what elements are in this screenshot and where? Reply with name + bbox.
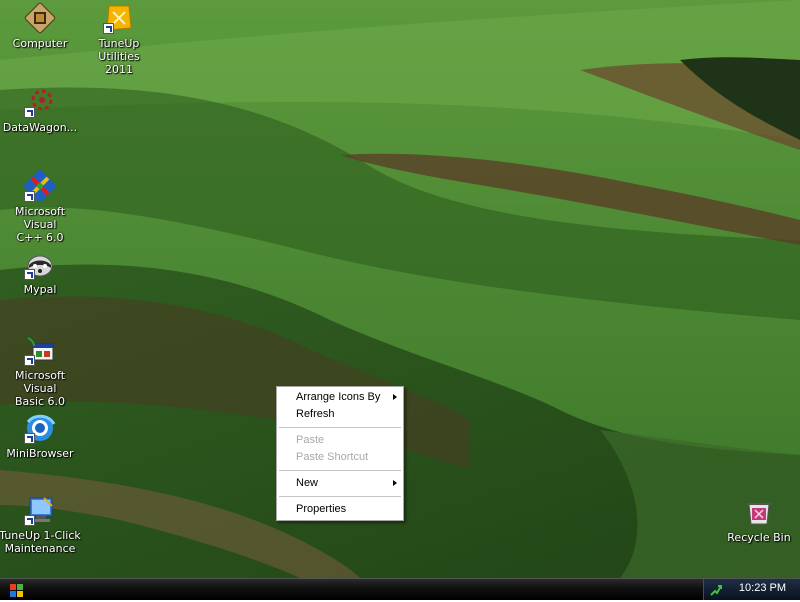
shortcut-arrow-icon bbox=[103, 23, 114, 34]
network-tray-icon[interactable] bbox=[709, 582, 723, 596]
menu-item-new[interactable]: New bbox=[277, 475, 403, 492]
menu-item-paste[interactable]: Paste bbox=[277, 432, 403, 449]
tuneup-utilities-icon bbox=[103, 2, 135, 34]
desktop[interactable]: Computer TuneUp Utilities 2011 DataWagon… bbox=[0, 0, 800, 578]
desktop-icon-label: Computer bbox=[12, 37, 68, 50]
mypal-icon bbox=[24, 248, 56, 280]
desktop-icon-recycle-bin[interactable]: Recycle Bin bbox=[717, 496, 800, 544]
taskbar: 10:23 PM bbox=[0, 578, 800, 600]
desktop-icon-computer[interactable]: Computer bbox=[0, 2, 82, 50]
desktop-icon-label: Mypal bbox=[23, 283, 57, 296]
desktop-icon-label: TuneUp 1-Click Maintenance bbox=[0, 529, 81, 555]
start-button[interactable] bbox=[10, 583, 24, 597]
submenu-arrow-icon bbox=[393, 480, 397, 486]
menu-item-label: Paste Shortcut bbox=[296, 451, 369, 463]
system-tray: 10:23 PM bbox=[703, 579, 800, 600]
windows-logo-icon bbox=[10, 584, 23, 597]
shortcut-arrow-icon bbox=[24, 515, 35, 526]
shortcut-arrow-icon bbox=[24, 355, 35, 366]
tuneup-maintenance-icon bbox=[24, 494, 56, 526]
datawagon-icon bbox=[24, 86, 56, 118]
desktop-icon-tuneup-maintenance[interactable]: TuneUp 1-Click Maintenance bbox=[0, 494, 82, 555]
computer-icon bbox=[24, 2, 56, 34]
menu-item-label: Refresh bbox=[296, 408, 335, 420]
menu-item-label: Arrange Icons By bbox=[296, 391, 381, 403]
shortcut-arrow-icon bbox=[24, 107, 35, 118]
submenu-arrow-icon bbox=[393, 394, 397, 400]
desktop-icon-visual-basic[interactable]: Microsoft Visual Basic 6.0 bbox=[0, 334, 82, 408]
desktop-icon-label: Recycle Bin bbox=[727, 531, 791, 544]
taskbar-clock[interactable]: 10:23 PM bbox=[739, 582, 786, 594]
desktop-icon-label: DataWagon... bbox=[2, 121, 78, 134]
menu-item-refresh[interactable]: Refresh bbox=[277, 406, 403, 423]
menu-separator bbox=[279, 470, 401, 471]
desktop-icon-tuneup-utilities[interactable]: TuneUp Utilities 2011 bbox=[77, 2, 161, 76]
minibrowser-icon bbox=[24, 412, 56, 444]
desktop-icon-label: TuneUp Utilities 2011 bbox=[98, 37, 140, 76]
visual-cpp-icon bbox=[23, 169, 57, 203]
shortcut-arrow-icon bbox=[24, 269, 35, 280]
recycle-bin-icon bbox=[743, 496, 775, 528]
desktop-context-menu: Arrange Icons By Refresh Paste Paste Sho… bbox=[276, 386, 404, 521]
menu-separator bbox=[279, 496, 401, 497]
shortcut-arrow-icon bbox=[24, 191, 35, 202]
desktop-icon-visual-cpp[interactable]: Microsoft Visual C++ 6.0 bbox=[0, 169, 82, 244]
desktop-icon-label: Microsoft Visual Basic 6.0 bbox=[14, 369, 66, 408]
menu-item-label: New bbox=[296, 477, 319, 489]
menu-item-arrange-icons-by[interactable]: Arrange Icons By bbox=[277, 389, 403, 406]
menu-separator bbox=[279, 427, 401, 428]
menu-item-label: Paste bbox=[296, 434, 325, 446]
desktop-icon-minibrowser[interactable]: MiniBrowser bbox=[0, 412, 82, 460]
desktop-icon-label: MiniBrowser bbox=[6, 447, 74, 460]
desktop-icon-datawagon[interactable]: DataWagon... bbox=[0, 86, 82, 134]
menu-item-properties[interactable]: Properties bbox=[277, 501, 403, 518]
menu-item-paste-shortcut[interactable]: Paste Shortcut bbox=[277, 449, 403, 466]
desktop-icon-label: Microsoft Visual C++ 6.0 bbox=[14, 205, 66, 244]
desktop-icon-mypal[interactable]: Mypal bbox=[0, 248, 82, 296]
shortcut-arrow-icon bbox=[24, 433, 35, 444]
menu-item-label: Properties bbox=[296, 503, 347, 515]
visual-basic-icon bbox=[24, 334, 56, 366]
